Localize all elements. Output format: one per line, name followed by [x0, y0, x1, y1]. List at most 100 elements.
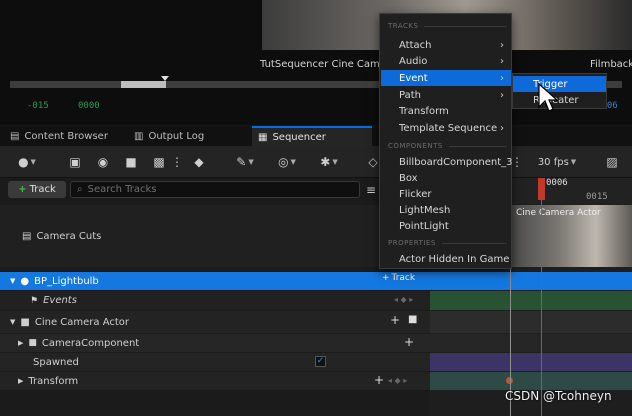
playhead-frame: 0006	[546, 178, 568, 188]
sequencer-icon: ▦	[258, 131, 268, 143]
more-button[interactable]: ⋮	[171, 153, 183, 171]
search-tracks-input[interactable]: ⌕ Search Tracks	[70, 181, 360, 198]
tab-label: Output Log	[148, 130, 205, 142]
playhead-line	[541, 200, 542, 416]
spawned-track[interactable]	[430, 353, 632, 371]
clapper-button[interactable]: ▩	[150, 153, 168, 171]
camera-component-row[interactable]: ▶ ■ CameraComponent	[0, 334, 430, 352]
playhead-handle[interactable]	[538, 178, 545, 200]
chevron-right-icon: ▶	[18, 377, 24, 385]
more-icon: ⋮	[171, 155, 183, 169]
menu-item-component[interactable]: Flicker	[381, 186, 511, 202]
transform-row[interactable]: ▶ Transform	[0, 372, 430, 390]
render-button[interactable]: ■	[122, 153, 140, 171]
chevron-down-icon: ▼	[248, 158, 254, 166]
track-label: CameraComponent	[41, 337, 140, 349]
thumbnail-label: Cine Camera Actor	[516, 208, 601, 218]
menu-item-component[interactable]: BillboardComponent_3	[381, 154, 513, 170]
save-button[interactable]: ▣	[66, 153, 84, 171]
snap-button[interactable]: ✱ ▼	[314, 153, 344, 171]
world-button[interactable]: ● ▼	[12, 153, 42, 171]
cine-camera-track[interactable]	[430, 311, 632, 333]
time-current[interactable]: 0000	[78, 101, 100, 111]
chevron-down-icon: ▼	[10, 318, 16, 326]
chevron-right-icon: ›	[500, 72, 504, 84]
add-component-button[interactable]: +	[390, 313, 400, 327]
key-button[interactable]: ◆	[190, 153, 208, 171]
ruler-tick-label: 0015	[586, 192, 608, 202]
add-property-button[interactable]: +	[404, 335, 414, 349]
gear-icon: ✱	[320, 155, 331, 169]
track-label: Events	[43, 295, 77, 306]
menu-item-property[interactable]: Actor Hidden In Game	[381, 251, 511, 267]
tools-button[interactable]: ✎ ▼	[230, 153, 260, 171]
camera-lock-button[interactable]: ■	[408, 314, 417, 325]
find-icon: ◉	[97, 155, 109, 169]
menu-item-component[interactable]: PointLight	[381, 218, 511, 234]
menu-item-attach[interactable]: Attach ›	[381, 37, 511, 53]
menu-item-template-sequence[interactable]: Template Sequence ›	[381, 120, 511, 136]
time-start[interactable]: -015	[27, 101, 49, 111]
add-track-context-menu: TRACKS Attach › Audio › Event › Path › Trans…	[379, 13, 513, 269]
filter-button[interactable]: ≡	[364, 181, 378, 198]
globe-icon: ●	[18, 155, 29, 169]
track-label: Transform	[28, 375, 79, 387]
key-nav-icons[interactable]: ◂ ◆ ▸	[388, 376, 407, 385]
menu-header-tracks: TRACKS	[388, 22, 506, 30]
chevron-right-icon: ▶	[18, 339, 24, 347]
tab-label: Sequencer	[272, 131, 326, 143]
bp-add-track-button[interactable]: + Track	[382, 273, 415, 283]
camera-component-track[interactable]	[430, 334, 632, 352]
spawned-row[interactable]: Spawned	[0, 353, 430, 371]
menu-item-label: Audio	[399, 55, 428, 67]
menu-item-audio[interactable]: Audio ›	[381, 53, 511, 69]
camera-cuts-row[interactable]: ▤ Camera Cuts	[0, 205, 430, 267]
scrubber-playhead[interactable]	[161, 76, 169, 81]
submenu-item-trigger[interactable]: Trigger	[513, 76, 606, 92]
chevron-right-icon: ›	[500, 89, 504, 101]
add-key-button[interactable]: +	[374, 373, 384, 387]
tab-content-browser[interactable]: ▤ Content Browser	[4, 126, 122, 146]
cine-camera-row[interactable]: ▼ ■ Cine Camera Actor	[0, 311, 430, 333]
plus-icon: +	[374, 373, 385, 387]
events-track[interactable]	[430, 291, 632, 310]
tab-output-log[interactable]: ▥ Output Log	[128, 126, 246, 146]
tab-sequencer[interactable]: ▦ Sequencer	[252, 126, 372, 146]
clapper-icon: ▩	[153, 155, 165, 169]
menu-item-component[interactable]: Box	[381, 170, 511, 186]
curve-icon: ▨	[606, 155, 618, 169]
menu-item-path[interactable]: Path ›	[381, 87, 511, 103]
plus-icon: +	[18, 184, 27, 195]
bp-lightbulb-row[interactable]: ▼ ● BP_Lightbulb	[0, 272, 430, 290]
flag-icon: ⚑	[30, 295, 39, 306]
camera-label: TutSequencer Cine Camera	[260, 59, 397, 70]
menu-item-label: Flicker	[399, 188, 432, 200]
curve-editor-button[interactable]: ▨	[602, 153, 622, 171]
cine-camera-icon: ■	[20, 316, 30, 328]
fps-dropdown[interactable]: 30 fps ▼	[532, 153, 582, 171]
transform-track[interactable]	[430, 372, 632, 390]
menu-item-label: Event	[399, 72, 428, 84]
event-submenu: Trigger Repeater	[512, 73, 607, 109]
more-button-2[interactable]: ⋮	[511, 153, 523, 171]
menu-item-transform[interactable]: Transform	[381, 103, 511, 119]
bp-lightbulb-track[interactable]	[430, 272, 632, 290]
menu-item-label: PointLight	[399, 220, 449, 232]
menu-item-event[interactable]: Event ›	[381, 70, 511, 86]
plus-icon: +	[404, 335, 415, 349]
menu-item-component[interactable]: LightMesh	[381, 202, 511, 218]
events-row[interactable]: ⚑ Events	[0, 291, 430, 310]
chevron-right-icon: ›	[500, 39, 504, 51]
key-nav-icons[interactable]: ◂ ◆ ▸	[394, 295, 413, 304]
camera-component-icon: ■	[28, 338, 37, 348]
add-track-button[interactable]: + Track	[8, 181, 66, 198]
submenu-item-repeater[interactable]: Repeater	[513, 92, 606, 108]
track-label: BP_Lightbulb	[34, 275, 99, 287]
chevron-right-icon: ›	[500, 55, 504, 67]
track-label: Spawned	[33, 356, 79, 368]
view-button[interactable]: ◎ ▼	[272, 153, 302, 171]
save-icon: ▣	[69, 155, 81, 169]
spawned-checkbox[interactable]: ✓	[315, 356, 326, 367]
lightbulb-icon: ●	[20, 275, 30, 287]
find-button[interactable]: ◉	[94, 153, 112, 171]
